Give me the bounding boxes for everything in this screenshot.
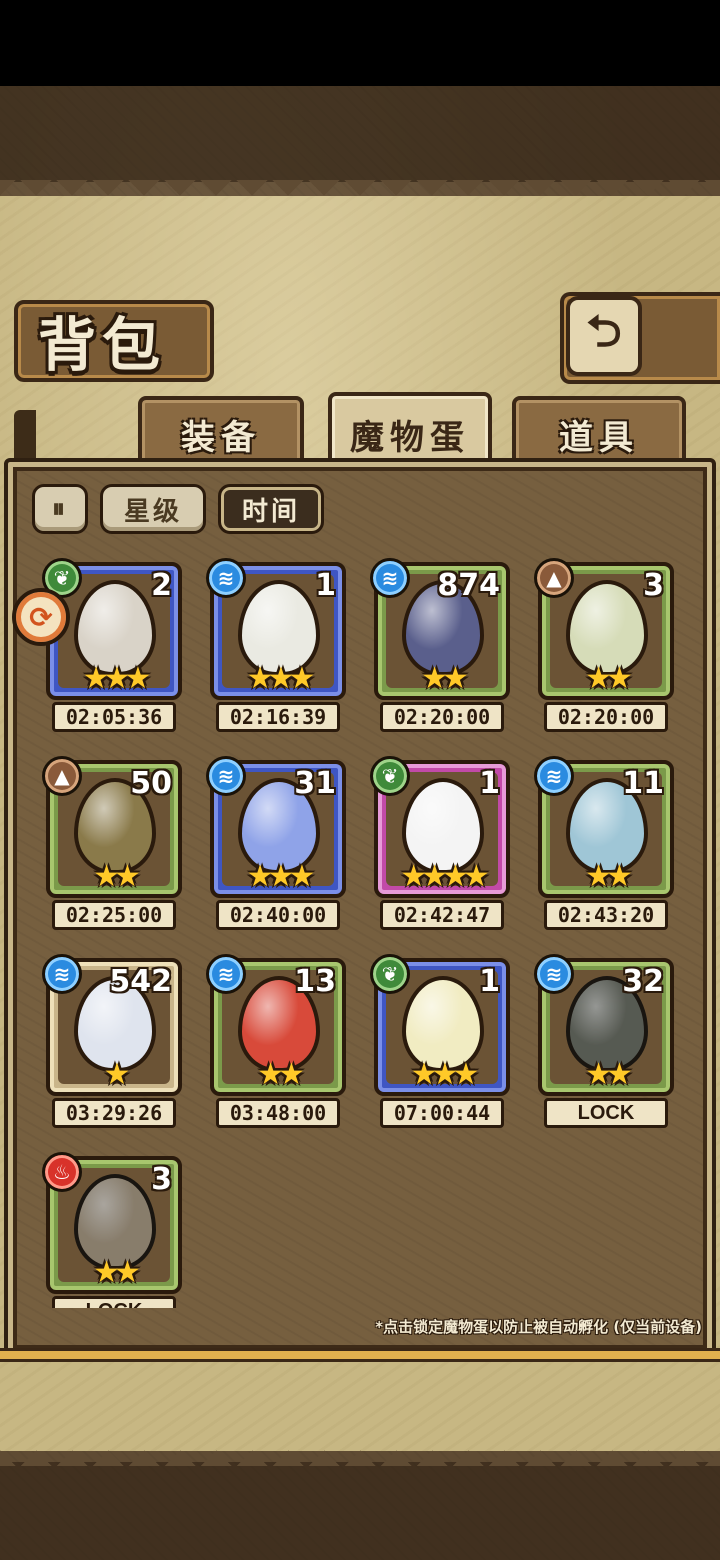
star-rating: ★★★ [246, 661, 316, 696]
egg-count: 32 [622, 964, 664, 999]
egg-card[interactable]: ≋ 13 ★★ [206, 954, 346, 1096]
hatch-timer[interactable]: 02:25:00 [52, 900, 176, 930]
back-arrow-icon: ⮌ [586, 305, 622, 357]
egg-card[interactable]: ▲ 50 ★★ [42, 756, 182, 898]
star-rating: ★★★★ [400, 859, 490, 894]
star-rating: ★★★ [82, 661, 152, 696]
water-element-icon: ≋ [206, 954, 246, 994]
sort-by-stars-button[interactable]: 星级 [100, 484, 206, 534]
hatch-timer[interactable]: 02:16:39 [216, 702, 340, 732]
egg-card[interactable]: ♨ 3 ★★ [42, 1152, 182, 1294]
hatch-timer[interactable]: 02:40:00 [216, 900, 340, 930]
egg-count: 542 [109, 964, 172, 999]
egg-count: 1 [315, 568, 336, 603]
tab-label: 道具 [559, 417, 639, 458]
egg-count: 13 [294, 964, 336, 999]
nature-element-icon: ❦ [370, 954, 410, 994]
egg-grid: ❦ 2 ★★★ 02:05:36 ≋ 1 ★★★ 02:16:39 ≋ 874 ★★ 02:20:00… [20, 548, 700, 1308]
hatch-timer[interactable]: 07:00:44 [380, 1098, 504, 1128]
back-button[interactable]: ⮌ [566, 296, 642, 376]
water-element-icon: ≋ [370, 558, 410, 598]
page-title: 背包 [38, 311, 167, 379]
hatch-timer[interactable]: 02:20:00 [380, 702, 504, 732]
star-rating: ★★★ [410, 1057, 480, 1092]
egg-card[interactable]: ❦ 1 ★★★★ [370, 756, 510, 898]
earth-element-icon: ▲ [42, 756, 82, 796]
star-rating: ★★ [93, 859, 141, 894]
pin-lock-icon[interactable]: ⟳ [12, 588, 70, 646]
egg-card[interactable]: ≋ 32 ★★ [534, 954, 674, 1096]
egg-count: 1 [479, 766, 500, 801]
egg-count: 2 [151, 568, 172, 603]
egg-count: 3 [151, 1162, 172, 1197]
water-element-icon: ≋ [206, 756, 246, 796]
egg-card[interactable]: ≋ 542 ★ [42, 954, 182, 1096]
status-bar-area [0, 0, 720, 86]
egg-card[interactable]: ❦ 1 ★★★ [370, 954, 510, 1096]
egg-count: 50 [130, 766, 172, 801]
water-element-icon: ≋ [534, 954, 574, 994]
star-rating: ★★ [257, 1057, 305, 1092]
water-element-icon: ≋ [534, 756, 574, 796]
hatch-timer[interactable]: 03:29:26 [52, 1098, 176, 1128]
egg-card[interactable]: ▲ 3 ★★ [534, 558, 674, 700]
star-rating: ★★ [585, 661, 633, 696]
hatch-timer[interactable]: 02:05:36 [52, 702, 176, 732]
water-element-icon: ≋ [42, 954, 82, 994]
star-rating: ★★ [93, 1255, 141, 1290]
egg-card[interactable]: ≋ 31 ★★★ [206, 756, 346, 898]
egg-count: 31 [294, 766, 336, 801]
tab-label: 装备 [181, 417, 261, 458]
earth-element-icon: ▲ [534, 558, 574, 598]
fire-element-icon: ♨ [42, 1152, 82, 1192]
water-element-icon: ≋ [206, 558, 246, 598]
nature-element-icon: ❦ [370, 756, 410, 796]
star-rating: ★ [103, 1057, 131, 1092]
lock-button[interactable]: LOCK [544, 1098, 668, 1128]
egg-card[interactable]: ≋ 11 ★★ [534, 756, 674, 898]
hatch-timer[interactable]: 02:42:47 [380, 900, 504, 930]
lock-button[interactable]: LOCK [52, 1296, 176, 1308]
egg-count: 1 [479, 964, 500, 999]
egg-card[interactable]: ≋ 874 ★★ [370, 558, 510, 700]
sort-order-icon: ⏸ [51, 493, 68, 524]
sort-by-time-button[interactable]: 时间 [218, 484, 324, 534]
star-rating: ★★ [585, 1057, 633, 1092]
egg-count: 3 [643, 568, 664, 603]
footnote: *点击锁定魔物蛋以防止被自动孵化 (仅当前设备) [375, 1318, 702, 1336]
hatch-timer[interactable]: 03:48:00 [216, 1098, 340, 1128]
egg-count: 874 [437, 568, 500, 603]
sort-order-toggle[interactable]: ⏸ [32, 484, 88, 534]
hatch-timer[interactable]: 02:43:20 [544, 900, 668, 930]
star-rating: ★★ [585, 859, 633, 894]
egg-count: 11 [622, 766, 664, 801]
tab-label: 魔物蛋 [350, 417, 470, 458]
hatch-timer[interactable]: 02:20:00 [544, 702, 668, 732]
egg-card[interactable]: ≋ 1 ★★★ [206, 558, 346, 700]
star-rating: ★★ [421, 661, 469, 696]
star-rating: ★★★ [246, 859, 316, 894]
